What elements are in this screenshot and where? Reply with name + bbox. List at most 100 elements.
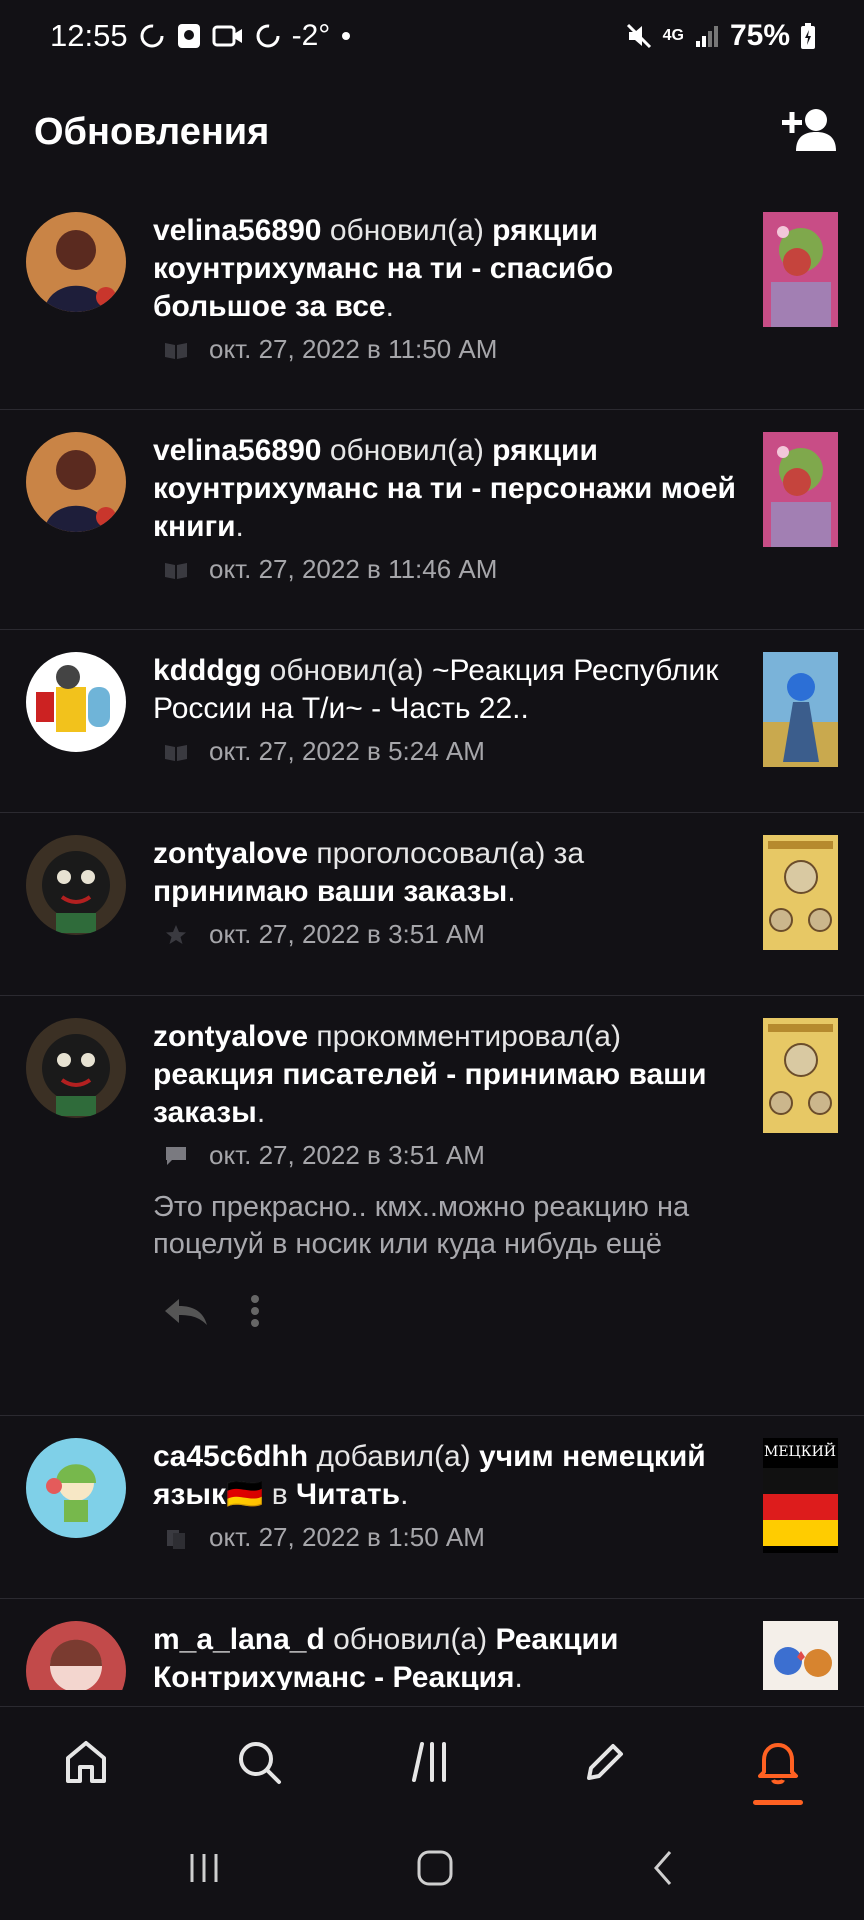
story-cover[interactable] — [763, 1621, 838, 1690]
feed-meta: окт. 27, 2022 в 1:50 AM — [153, 1522, 745, 1553]
story-cover[interactable] — [763, 835, 838, 950]
nav-search[interactable] — [204, 1707, 314, 1817]
story-cover[interactable] — [763, 432, 838, 547]
notification-app-icon — [176, 22, 202, 50]
action-text: обновил(а) — [329, 434, 484, 467]
feed-item[interactable]: zontyalove прокомментировал(а) реакция п… — [0, 996, 864, 1416]
feed-item[interactable]: ca45c6dhh добавил(а) учим немецкий язык🇩… — [0, 1416, 864, 1599]
signal-icon — [694, 23, 720, 49]
avatar[interactable] — [26, 835, 126, 935]
action-text: обновил(а) — [269, 654, 424, 687]
bottom-nav — [0, 1706, 864, 1817]
star-icon — [163, 922, 189, 948]
story-cover[interactable]: МЕЦКИЙ ЯЗ — [763, 1438, 838, 1553]
avatar[interactable] — [26, 652, 126, 752]
sync-icon-2 — [254, 22, 282, 50]
suffix-text: . — [514, 1661, 523, 1690]
feed-content: ca45c6dhh добавил(а) учим немецкий язык🇩… — [153, 1438, 763, 1576]
suffix-text: . — [235, 510, 244, 543]
username-link[interactable]: zontyalove — [153, 1020, 308, 1053]
nav-notifications[interactable] — [723, 1707, 833, 1817]
dot-icon — [340, 30, 352, 42]
recent-apps-button[interactable] — [186, 1850, 222, 1891]
feed-meta: окт. 27, 2022 в 5:24 AM — [153, 736, 745, 767]
username-link[interactable]: kdddgg — [153, 654, 261, 687]
feed-content: zontyalove проголосовал(а) за принимаю в… — [153, 835, 763, 973]
username-link[interactable]: velina56890 — [153, 214, 321, 247]
recent-apps-icon — [190, 1853, 218, 1882]
nav-library[interactable] — [377, 1707, 487, 1817]
timestamp: окт. 27, 2022 в 3:51 AM — [209, 1140, 485, 1170]
avatar[interactable] — [26, 1621, 126, 1690]
home-system-button[interactable] — [415, 1848, 455, 1893]
status-bar: 12:55 -2° 4G 75% — [0, 0, 864, 72]
feed-content: velina56890 обновил(а) рякции коунтрихум… — [153, 432, 763, 607]
story-link[interactable]: принимаю ваши заказы — [153, 875, 507, 908]
status-time: 12:55 — [50, 18, 128, 53]
action-text: обновил(а) — [329, 214, 484, 247]
feed-meta: окт. 27, 2022 в 11:50 AM — [153, 334, 745, 365]
add-user-button[interactable] — [782, 107, 838, 158]
feed-content: kdddgg обновил(а) ~Реакция Республик Рос… — [153, 652, 763, 790]
suffix-text: . — [385, 290, 394, 323]
action-text: добавил(а) — [316, 1440, 471, 1473]
home-icon — [66, 1741, 107, 1783]
username-link[interactable]: ca45c6dhh — [153, 1440, 308, 1473]
sync-icon — [138, 22, 166, 50]
video-icon — [212, 24, 244, 48]
feed-item[interactable]: velina56890 обновил(а) рякции коунтрихум… — [0, 410, 864, 630]
reply-icon — [165, 1299, 207, 1325]
feed-meta: окт. 27, 2022 в 3:51 AM — [153, 919, 745, 950]
feed-item[interactable]: velina56890 обновил(а) рякции коунтрихум… — [0, 190, 864, 410]
avatar[interactable] — [26, 1018, 126, 1118]
feed-text: m_a_lana_d обновил(а) Реакции Контрихума… — [153, 1621, 745, 1690]
status-left: 12:55 -2° — [50, 18, 352, 54]
feed-meta: окт. 27, 2022 в 11:46 AM — [153, 554, 745, 585]
updates-feed[interactable]: velina56890 обновил(а) рякции коунтрихум… — [0, 190, 864, 1690]
action-text-2: в — [271, 1478, 288, 1511]
mute-icon — [625, 22, 653, 50]
feed-item[interactable]: zontyalove проголосовал(а) за принимаю в… — [0, 813, 864, 996]
more-options-button[interactable] — [249, 1293, 261, 1334]
nav-home[interactable] — [31, 1707, 141, 1817]
suffix-text: . — [507, 875, 516, 908]
username-link[interactable]: m_a_lana_d — [153, 1623, 325, 1656]
reading-list-link[interactable]: Читать — [296, 1478, 400, 1511]
search-icon — [239, 1742, 282, 1784]
comment-icon — [163, 1143, 189, 1169]
timestamp: окт. 27, 2022 в 11:46 AM — [209, 554, 498, 584]
system-nav — [0, 1820, 864, 1920]
action-text: прокомментировал(а) — [316, 1020, 621, 1053]
timestamp: окт. 27, 2022 в 3:51 AM — [209, 919, 485, 949]
back-button[interactable] — [648, 1848, 678, 1893]
feed-item[interactable]: m_a_lana_d обновил(а) Реакции Контрихума… — [0, 1599, 864, 1690]
feed-text: zontyalove прокомментировал(а) реакция п… — [153, 1018, 745, 1132]
app-header: Обновления — [0, 96, 864, 168]
feed-item[interactable]: kdddgg обновил(а) ~Реакция Республик Рос… — [0, 630, 864, 813]
reply-button[interactable] — [161, 1295, 209, 1332]
suffix-text: . — [400, 1478, 409, 1511]
cover-text: МЕЦКИЙ ЯЗ — [764, 1441, 838, 1460]
story-cover[interactable] — [763, 652, 838, 767]
add-user-icon — [782, 108, 836, 151]
book-icon — [163, 739, 189, 765]
avatar[interactable] — [26, 432, 126, 532]
nav-write[interactable] — [550, 1707, 660, 1817]
avatar[interactable] — [26, 212, 126, 312]
username-link[interactable]: velina56890 — [153, 434, 321, 467]
username-link[interactable]: zontyalove — [153, 837, 308, 870]
story-cover[interactable] — [763, 1018, 838, 1133]
book-icon — [163, 337, 189, 363]
feed-text: kdddgg обновил(а) ~Реакция Республик Рос… — [153, 652, 745, 728]
feed-text: zontyalove проголосовал(а) за принимаю в… — [153, 835, 745, 911]
feed-meta: окт. 27, 2022 в 3:51 AM — [153, 1140, 745, 1171]
active-tab-indicator — [752, 1800, 803, 1805]
story-link[interactable]: реакция писателей - принимаю ваши заказы — [153, 1058, 707, 1129]
feed-content: velina56890 обновил(а) рякции коунтрихум… — [153, 212, 763, 387]
avatar[interactable] — [26, 1438, 126, 1538]
story-cover[interactable] — [763, 212, 838, 327]
feed-text: velina56890 обновил(а) рякции коунтрихум… — [153, 432, 745, 546]
action-text: обновил(а) — [333, 1623, 488, 1656]
library-icon — [163, 1525, 189, 1551]
page-title: Обновления — [34, 110, 270, 153]
